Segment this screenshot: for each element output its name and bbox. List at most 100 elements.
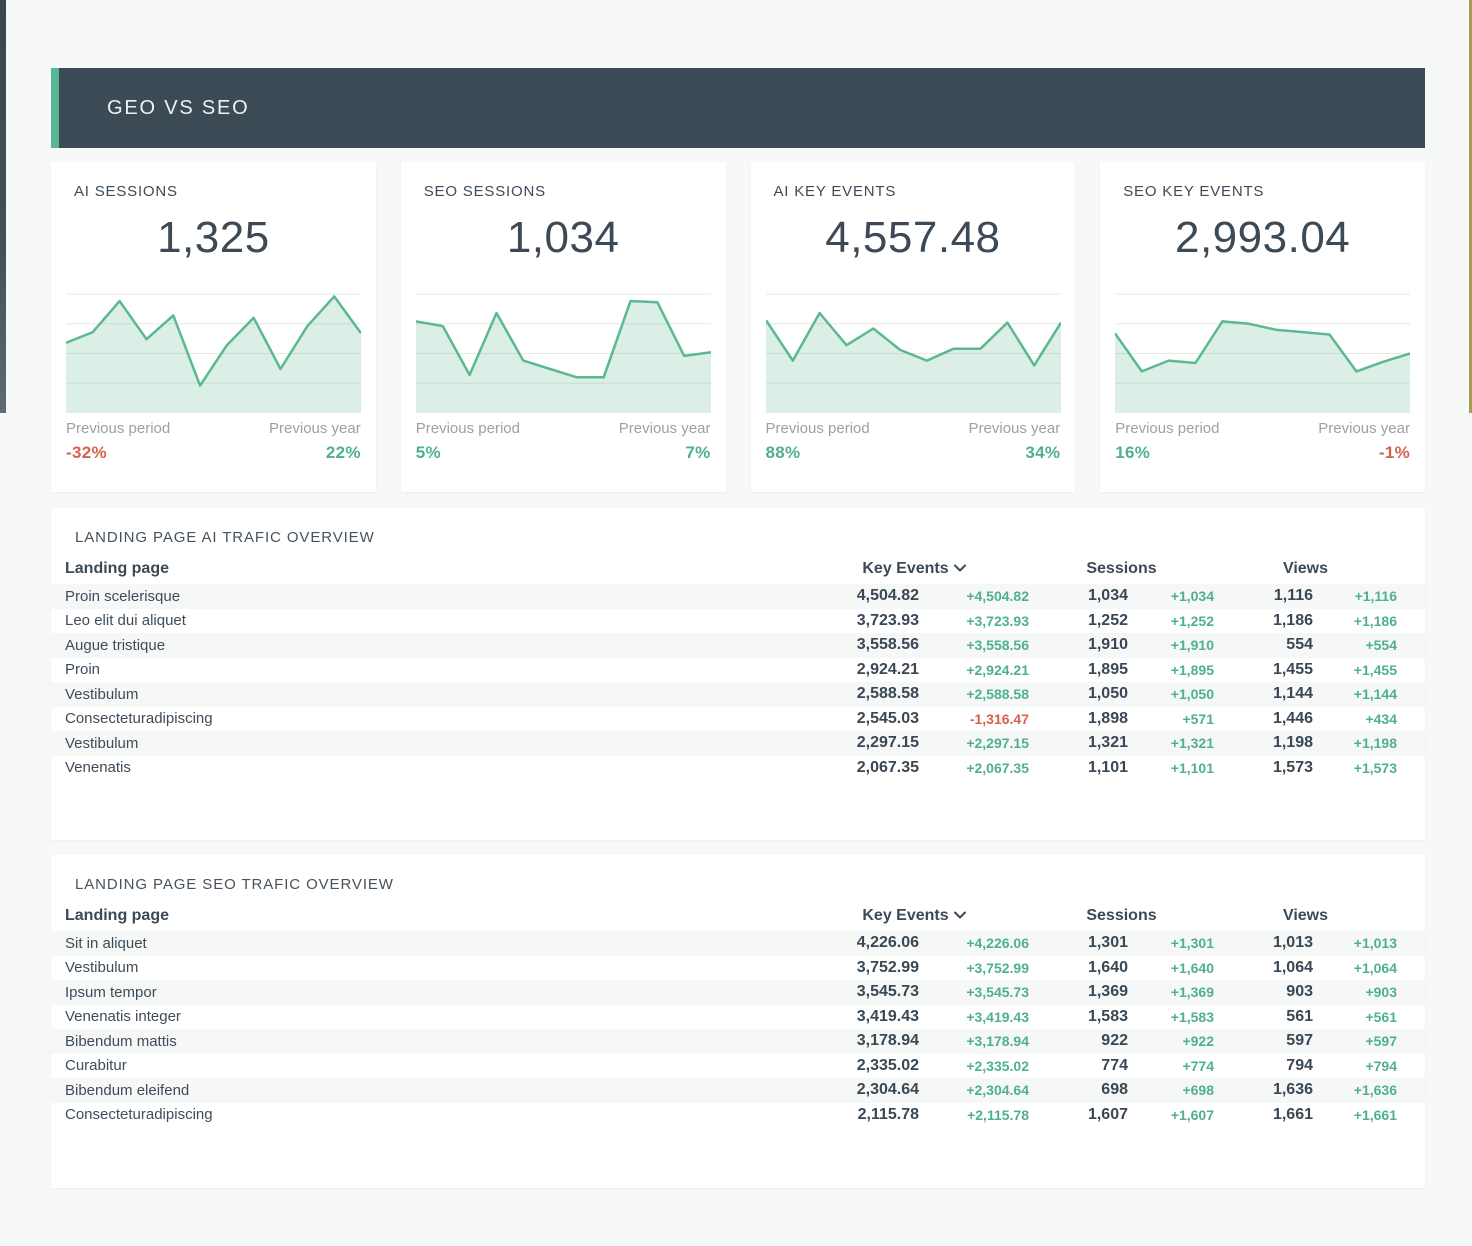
key-events-delta: +2,115.78 — [919, 1107, 1029, 1123]
views-value: 1,064 — [1214, 959, 1313, 977]
key-events-value: 3,178.94 — [799, 1032, 919, 1050]
kpi-cards-row: AI SESSIONS 1,325 Previous period Previo… — [51, 162, 1425, 492]
column-header-landing-page: Landing page — [65, 560, 799, 578]
column-header-key-events-sort[interactable]: Key Events — [799, 907, 1029, 925]
sessions-value: 1,301 — [1029, 934, 1128, 952]
previous-year-label: Previous year — [619, 420, 711, 437]
table-row: Vestibulum2,297.15+2,297.151,321+1,3211,… — [51, 731, 1425, 756]
table-row: Proin2,924.21+2,924.211,895+1,8951,455+1… — [51, 658, 1425, 683]
previous-year-change: 22% — [326, 443, 361, 463]
previous-period-change: -32% — [66, 443, 107, 463]
key-events-delta: +2,924.21 — [919, 662, 1029, 678]
key-events-delta: +4,504.82 — [919, 588, 1029, 604]
key-events-delta: +2,297.15 — [919, 735, 1029, 751]
key-events-value: 3,723.93 — [799, 612, 919, 630]
key-events-value: 2,335.02 — [799, 1057, 919, 1075]
report-title: GEO VS SEO — [107, 97, 249, 120]
landing-page-cell: Augue tristique — [65, 637, 799, 654]
table-row: Bibendum mattis3,178.94+3,178.94922+9225… — [51, 1029, 1425, 1054]
views-delta: +1,573 — [1313, 760, 1397, 776]
previous-period-change: 88% — [766, 443, 801, 463]
sessions-value: 922 — [1029, 1032, 1128, 1050]
table-row: Bibendum eleifend2,304.64+2,304.64698+69… — [51, 1078, 1425, 1103]
key-events-delta: +2,067.35 — [919, 760, 1029, 776]
key-events-delta: +3,752.99 — [919, 960, 1029, 976]
ai-traffic-table-card: LANDING PAGE AI TRAFIC OVERVIEW Landing … — [51, 508, 1425, 840]
kpi-title: AI SESSIONS — [74, 183, 178, 200]
previous-period-change: 16% — [1115, 443, 1150, 463]
views-value: 1,198 — [1214, 734, 1313, 752]
key-events-value: 2,297.15 — [799, 734, 919, 752]
views-value: 1,636 — [1214, 1081, 1313, 1099]
table-title: LANDING PAGE SEO TRAFIC OVERVIEW — [75, 876, 1425, 893]
previous-year-label: Previous year — [969, 420, 1061, 437]
sessions-delta: +1,640 — [1128, 960, 1214, 976]
sessions-value: 698 — [1029, 1081, 1128, 1099]
sessions-value: 1,101 — [1029, 759, 1128, 777]
sessions-value: 1,369 — [1029, 983, 1128, 1001]
views-delta: +1,186 — [1313, 613, 1397, 629]
kpi-card-ai-key-events: AI KEY EVENTS 4,557.48 Previous period P… — [751, 162, 1076, 492]
column-header-landing-page: Landing page — [65, 907, 799, 925]
key-events-value: 4,504.82 — [799, 587, 919, 605]
table-body: Proin scelerisque4,504.82+4,504.821,034+… — [51, 584, 1425, 780]
previous-period-label: Previous period — [66, 420, 170, 437]
sessions-value: 774 — [1029, 1057, 1128, 1075]
sessions-value: 1,583 — [1029, 1008, 1128, 1026]
previous-period-label: Previous period — [766, 420, 870, 437]
views-value: 1,013 — [1214, 934, 1313, 952]
key-events-delta: +3,545.73 — [919, 984, 1029, 1000]
views-value: 1,573 — [1214, 759, 1313, 777]
table-row: Consecteturadipiscing2,115.78+2,115.781,… — [51, 1103, 1425, 1128]
chevron-down-icon — [954, 911, 966, 919]
sessions-delta: +1,910 — [1128, 637, 1214, 653]
sparkline-chart — [416, 293, 711, 414]
left-edge-strip — [0, 0, 6, 413]
table-header-row: Landing page Key Events Sessions Views — [51, 903, 1425, 929]
key-events-value: 2,545.03 — [799, 710, 919, 728]
landing-page-cell: Curabitur — [65, 1057, 799, 1074]
key-events-value: 2,924.21 — [799, 661, 919, 679]
kpi-title: SEO KEY EVENTS — [1123, 183, 1264, 200]
column-header-key-events-sort[interactable]: Key Events — [799, 560, 1029, 578]
sparkline-chart — [1115, 293, 1410, 414]
sessions-delta: +1,321 — [1128, 735, 1214, 751]
sparkline-chart — [66, 293, 361, 414]
views-delta: +1,116 — [1313, 588, 1397, 604]
report-header: GEO VS SEO — [51, 68, 1425, 148]
previous-year-change: -1% — [1379, 443, 1410, 463]
key-events-value: 4,226.06 — [799, 934, 919, 952]
views-delta: +1,455 — [1313, 662, 1397, 678]
table-body: Sit in aliquet4,226.06+4,226.061,301+1,3… — [51, 931, 1425, 1127]
landing-page-cell: Leo elit dui aliquet — [65, 612, 799, 629]
previous-year-label: Previous year — [269, 420, 361, 437]
views-delta: +794 — [1313, 1058, 1397, 1074]
views-delta: +1,661 — [1313, 1107, 1397, 1123]
kpi-title: SEO SESSIONS — [424, 183, 546, 200]
key-events-delta: +3,558.56 — [919, 637, 1029, 653]
sessions-value: 1,895 — [1029, 661, 1128, 679]
sessions-value: 1,034 — [1029, 587, 1128, 605]
table-row: Curabitur2,335.02+2,335.02774+774794+794 — [51, 1054, 1425, 1079]
previous-period-label: Previous period — [1115, 420, 1219, 437]
column-header-sessions: Sessions — [1029, 907, 1214, 925]
table-row: Ipsum tempor3,545.73+3,545.731,369+1,369… — [51, 980, 1425, 1005]
sessions-delta: +1,252 — [1128, 613, 1214, 629]
previous-year-change: 7% — [685, 443, 710, 463]
views-value: 597 — [1214, 1032, 1313, 1050]
views-value: 561 — [1214, 1008, 1313, 1026]
table-row: Vestibulum2,588.58+2,588.581,050+1,0501,… — [51, 682, 1425, 707]
sessions-delta: +774 — [1128, 1058, 1214, 1074]
kpi-value: 2,993.04 — [1100, 216, 1425, 260]
table-row: Consecteturadipiscing2,545.03-1,316.471,… — [51, 707, 1425, 732]
landing-page-cell: Venenatis integer — [65, 1008, 799, 1025]
key-events-value: 3,419.43 — [799, 1008, 919, 1026]
table-row: Venenatis integer3,419.43+3,419.431,583+… — [51, 1005, 1425, 1030]
key-events-delta: +3,723.93 — [919, 613, 1029, 629]
previous-period-change: 5% — [416, 443, 441, 463]
key-events-value: 2,067.35 — [799, 759, 919, 777]
landing-page-cell: Ipsum tempor — [65, 984, 799, 1001]
key-events-value: 2,115.78 — [799, 1106, 919, 1124]
sessions-delta: +1,583 — [1128, 1009, 1214, 1025]
landing-page-cell: Vestibulum — [65, 686, 799, 703]
